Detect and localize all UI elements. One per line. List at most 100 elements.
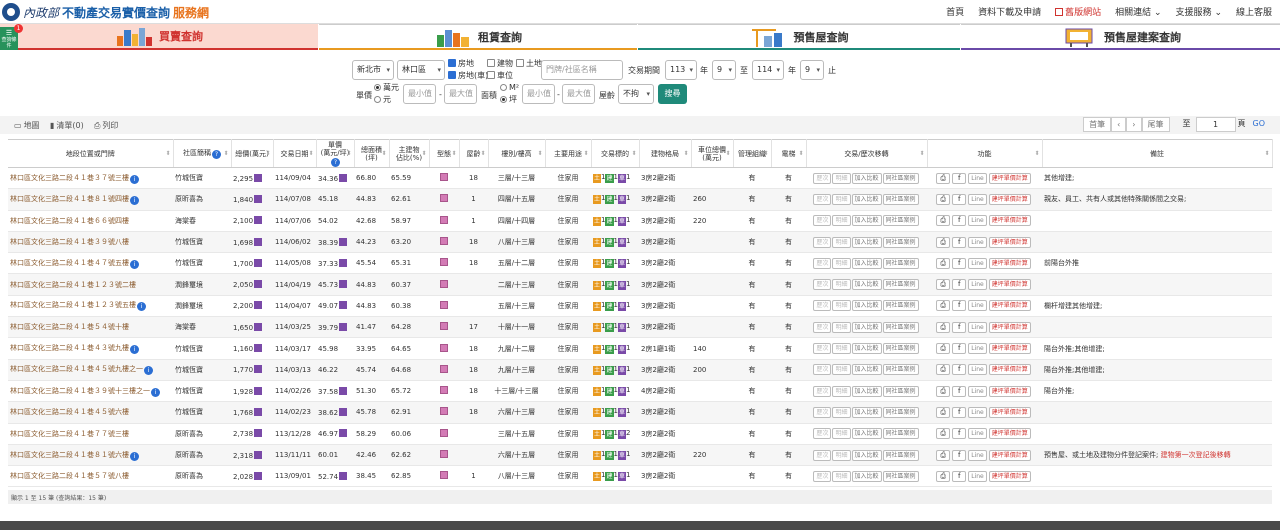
search-button[interactable]: 搜尋 xyxy=(658,84,687,104)
history-button[interactable]: 歷次 xyxy=(813,385,832,397)
facebook-icon[interactable]: f xyxy=(952,321,967,333)
facebook-icon[interactable]: f xyxy=(952,428,967,440)
address-cell[interactable]: 林口區文化三路二段４１巷３９號十三樓之一 i xyxy=(8,380,173,403)
tab-sale[interactable]: 買賣查詢 xyxy=(0,24,318,50)
column-header[interactable]: 交易日期 ⬍ xyxy=(273,139,317,168)
first-page-button[interactable]: 首筆 xyxy=(1083,117,1112,132)
address-cell[interactable]: 林口區文化三路二段４１巷６６號四樓 xyxy=(8,210,173,232)
sort-icon[interactable]: ⬍ xyxy=(683,150,688,158)
info-icon[interactable]: i xyxy=(130,345,139,355)
price-detail-icon[interactable] xyxy=(254,365,263,374)
price-detail-icon[interactable] xyxy=(254,386,263,395)
sort-icon[interactable]: ⬍ xyxy=(223,150,228,158)
unit-price-detail-icon[interactable] xyxy=(339,258,348,267)
start-year-select[interactable]: 113 xyxy=(665,60,697,80)
history-button[interactable]: 歷次 xyxy=(813,428,832,440)
end-year-select[interactable]: 114 xyxy=(752,60,784,80)
same-community-button[interactable]: 同社區案例 xyxy=(882,364,919,376)
building-type-icon[interactable] xyxy=(440,300,448,309)
facebook-icon[interactable]: f xyxy=(952,172,967,184)
history-button[interactable]: 歷次 xyxy=(813,321,832,333)
detail-button[interactable]: 明細 xyxy=(832,172,851,184)
building-type-icon[interactable] xyxy=(440,194,448,203)
same-community-button[interactable]: 同社區案例 xyxy=(882,321,919,333)
type-parking-checkbox[interactable]: 車位 xyxy=(487,71,513,81)
column-header[interactable]: 型態 ⬍ xyxy=(429,139,460,168)
detail-button[interactable]: 明細 xyxy=(832,406,851,418)
compare-button[interactable]: 加入比較 xyxy=(851,449,882,461)
print-button[interactable]: ⎙ 列印 xyxy=(94,120,118,131)
price-calc-button[interactable]: 建坪單價計算 xyxy=(988,279,1031,291)
price-calc-button[interactable]: 建坪單價計算 xyxy=(988,215,1031,227)
address-cell[interactable]: 林口區文化三路二段４１巷４７號五樓 i xyxy=(8,252,173,275)
go-button[interactable]: GO xyxy=(1248,117,1271,132)
print-icon[interactable]: ⎙ xyxy=(936,172,951,184)
detail-button[interactable]: 明細 xyxy=(832,470,851,482)
price-detail-icon[interactable] xyxy=(254,471,263,480)
address-cell[interactable]: 林口區文化三路二段４１巷４３號九樓 i xyxy=(8,337,173,360)
compare-button[interactable]: 加入比較 xyxy=(851,279,882,291)
line-share-button[interactable]: Line xyxy=(968,406,987,418)
print-icon[interactable]: ⎙ xyxy=(936,364,951,376)
same-community-button[interactable]: 同社區案例 xyxy=(882,470,919,482)
history-button[interactable]: 歷次 xyxy=(813,300,832,312)
compare-button[interactable]: 加入比較 xyxy=(851,470,882,482)
unit-price-detail-icon[interactable] xyxy=(339,280,348,289)
compare-button[interactable]: 加入比較 xyxy=(851,428,882,440)
address-input[interactable]: 門牌/社區名稱 xyxy=(541,60,623,80)
same-community-button[interactable]: 同社區案例 xyxy=(882,385,919,397)
sort-icon[interactable]: ⬍ xyxy=(583,150,588,158)
tab-rent[interactable]: 租賃查詢 xyxy=(319,24,637,50)
facebook-icon[interactable]: f xyxy=(952,215,967,227)
line-share-button[interactable]: Line xyxy=(968,321,987,333)
column-header[interactable]: 地段位置或門牌 ⬍ xyxy=(8,139,174,168)
print-icon[interactable]: ⎙ xyxy=(936,406,951,418)
unit-price-detail-icon[interactable] xyxy=(339,386,348,395)
unit-wan-radio[interactable]: 萬元 xyxy=(374,83,399,93)
address-link[interactable]: 林口區文化三路二段４１巷７７號三樓 xyxy=(10,430,129,438)
price-detail-icon[interactable] xyxy=(254,429,263,438)
print-icon[interactable]: ⎙ xyxy=(936,193,951,205)
price-detail-icon[interactable] xyxy=(254,237,263,246)
same-community-button[interactable]: 同社區案例 xyxy=(882,279,919,291)
nav-download[interactable]: 資料下載及申請 xyxy=(978,5,1041,18)
price-calc-button[interactable]: 建坪單價計算 xyxy=(988,193,1031,205)
line-share-button[interactable]: Line xyxy=(968,279,987,291)
line-share-button[interactable]: Line xyxy=(968,385,987,397)
compare-button[interactable]: 加入比較 xyxy=(851,193,882,205)
page-input[interactable]: 1 xyxy=(1195,117,1236,132)
column-header[interactable]: 主建物 佔比(%) ⬍ xyxy=(389,139,430,168)
column-header[interactable]: 交易/歷次移轉 ⬍ xyxy=(806,139,928,168)
same-community-button[interactable]: 同社區案例 xyxy=(882,215,919,227)
sort-icon[interactable]: ⬍ xyxy=(265,150,270,158)
last-page-button[interactable]: 尾筆 xyxy=(1141,117,1170,132)
print-icon[interactable]: ⎙ xyxy=(936,236,951,248)
age-select[interactable]: 不拘 xyxy=(618,84,654,104)
building-type-icon[interactable] xyxy=(440,215,448,224)
area-m2-radio[interactable]: M² xyxy=(500,83,519,93)
same-community-button[interactable]: 同社區案例 xyxy=(882,449,919,461)
compare-button[interactable]: 加入比較 xyxy=(851,385,882,397)
line-share-button[interactable]: Line xyxy=(968,193,987,205)
column-header[interactable]: 主要用途 ⬍ xyxy=(545,139,592,168)
compare-button[interactable]: 加入比較 xyxy=(851,172,882,184)
column-header[interactable]: 功能 ⬍ xyxy=(927,139,1043,168)
sort-icon[interactable]: ⬍ xyxy=(919,150,924,158)
type-house-parking-checkbox[interactable]: 房地(車) xyxy=(448,71,488,81)
detail-button[interactable]: 明細 xyxy=(832,364,851,376)
same-community-button[interactable]: 同社區案例 xyxy=(882,428,919,440)
building-type-icon[interactable] xyxy=(440,364,448,373)
history-button[interactable]: 歷次 xyxy=(813,193,832,205)
address-cell[interactable]: 林口區文化三路二段４１巷８１號六樓 i xyxy=(8,444,173,467)
history-button[interactable]: 歷次 xyxy=(813,470,832,482)
tab-presale[interactable]: 預售屋查詢 xyxy=(638,24,960,50)
address-link[interactable]: 林口區文化三路二段４１巷３７號三樓 xyxy=(10,174,129,182)
print-icon[interactable]: ⎙ xyxy=(936,215,951,227)
type-land-checkbox[interactable]: 土地 xyxy=(516,59,542,69)
facebook-icon[interactable]: f xyxy=(952,193,967,205)
sort-icon[interactable]: ⬍ xyxy=(451,150,456,158)
price-detail-icon[interactable] xyxy=(254,301,263,310)
help-icon[interactable]: ? xyxy=(212,149,221,159)
nav-service[interactable]: 線上客服 xyxy=(1236,5,1272,18)
address-cell[interactable]: 林口區文化三路二段４１巷８１號四樓 i xyxy=(8,188,173,211)
